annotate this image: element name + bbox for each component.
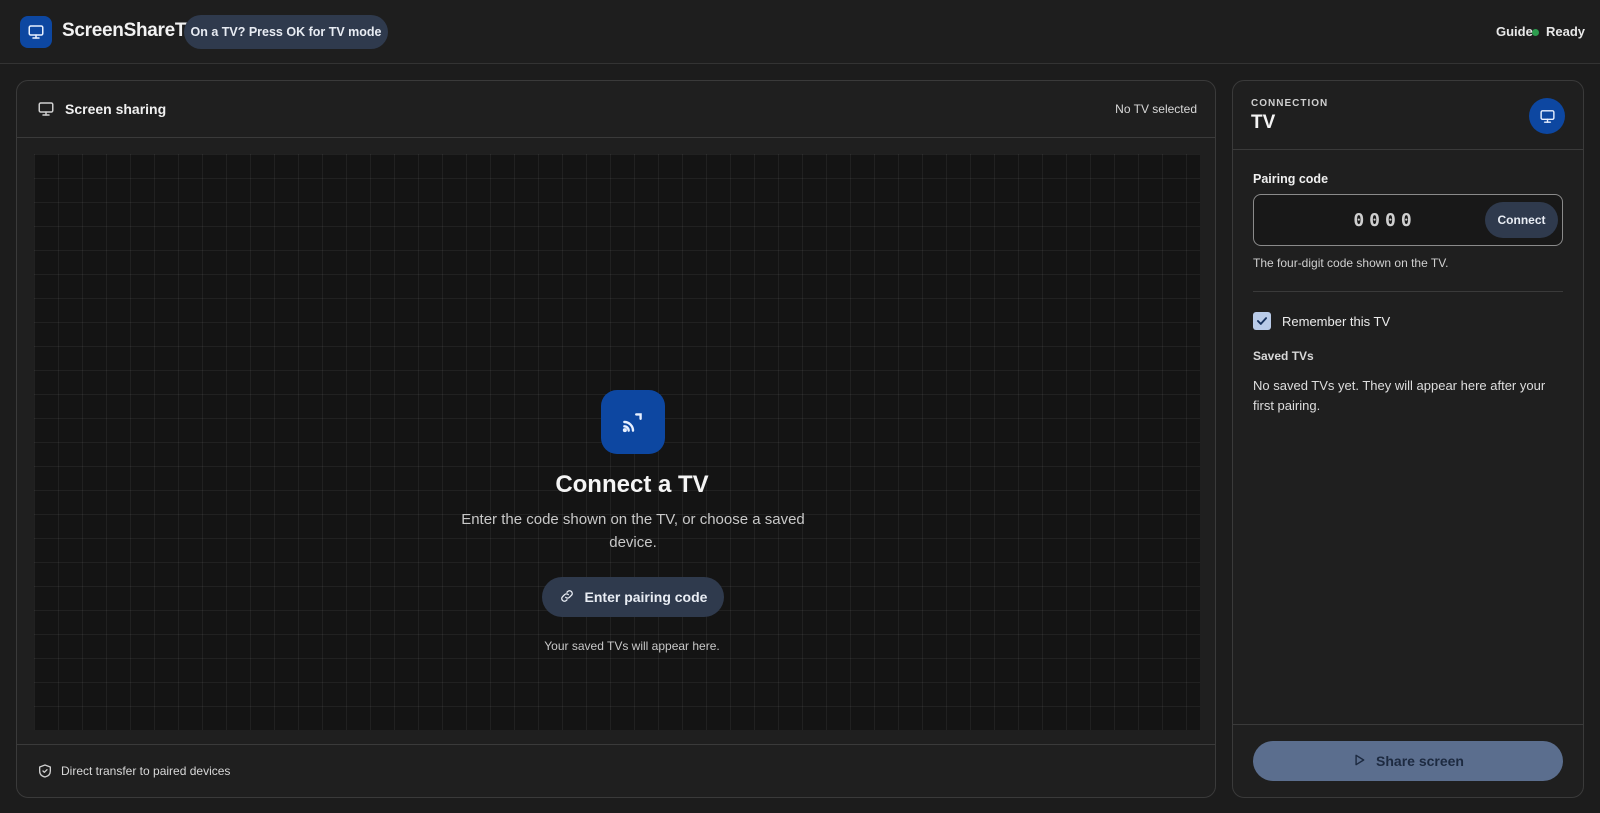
transfer-note: Direct transfer to paired devices — [61, 764, 231, 778]
check-icon — [1256, 317, 1268, 325]
monitor-icon — [37, 100, 55, 123]
remember-tv-checkbox[interactable] — [1253, 312, 1271, 330]
empty-state-subtext: Enter the code shown on the TV, or choos… — [461, 511, 805, 551]
cast-icon — [601, 390, 665, 454]
connection-kicker: CONNECTION — [1251, 98, 1329, 109]
enter-pairing-code-label: Enter pairing code — [584, 589, 708, 605]
saved-tvs-hint: Your saved TVs will appear here. — [544, 639, 720, 653]
share-screen-button[interactable]: Share screen — [1253, 741, 1563, 781]
panel-footer: Direct transfer to paired devices — [17, 744, 1215, 797]
saved-tvs-empty-message: No saved TVs yet. They will appear here … — [1253, 378, 1546, 413]
tv-selection-status: No TV selected — [1115, 102, 1197, 116]
play-icon — [1352, 753, 1366, 770]
guide-link[interactable]: Guide — [1496, 24, 1533, 39]
connection-panel: CONNECTION TV Pairing code Connect The f… — [1232, 80, 1584, 798]
enter-pairing-code-button[interactable]: Enter pairing code — [542, 577, 724, 617]
monitor-icon — [20, 16, 52, 48]
link-icon — [559, 588, 575, 607]
monitor-icon — [1529, 98, 1565, 134]
connection-title: TV — [1251, 112, 1276, 133]
connection-header: CONNECTION TV — [1233, 81, 1583, 150]
shield-check-icon — [37, 763, 53, 784]
pairing-code-help: The four-digit code shown on the TV. — [1253, 256, 1449, 270]
screen-sharing-panel: Screen sharing No TV selected Connect a … — [16, 80, 1216, 798]
saved-tvs-heading: Saved TVs — [1253, 349, 1314, 363]
panel-header: Screen sharing No TV selected — [17, 81, 1215, 138]
pairing-code-input[interactable] — [1254, 195, 1486, 245]
pairing-code-label: Pairing code — [1253, 172, 1329, 186]
connection-footer: Share screen — [1233, 724, 1583, 797]
status-dot — [1532, 29, 1539, 36]
app-header: ScreenShareTV On a TV? Press OK for TV m… — [0, 0, 1600, 64]
status-text: Ready — [1546, 24, 1586, 39]
panel-title: Screen sharing — [65, 101, 167, 117]
remember-tv-option[interactable]: Remember this TV — [1253, 312, 1390, 330]
pairing-code-field: Connect — [1253, 194, 1563, 246]
app-title: ScreenShareTV — [62, 20, 199, 41]
divider — [1253, 291, 1563, 292]
tv-mode-chip[interactable]: On a TV? Press OK for TV mode — [184, 15, 388, 49]
connect-button[interactable]: Connect — [1485, 202, 1558, 238]
remember-tv-label: Remember this TV — [1282, 313, 1391, 329]
empty-state-heading: Connect a TV — [555, 471, 709, 498]
share-screen-label: Share screen — [1376, 753, 1464, 769]
